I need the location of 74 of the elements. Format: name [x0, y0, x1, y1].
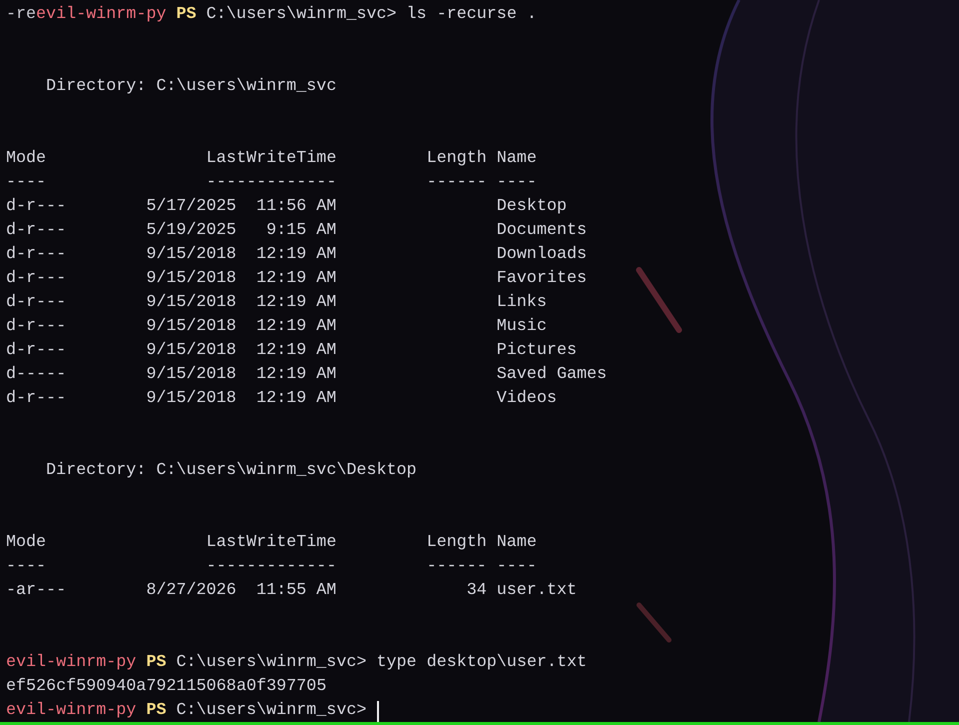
date-cell: 9/15/2018 [146, 341, 236, 360]
column-header: Length [426, 149, 487, 168]
time-cell: 11:56 AM [256, 197, 336, 216]
host-name: evil-winrm-py [6, 652, 136, 674]
time-cell: 12:19 AM [256, 269, 336, 288]
output-text: ef526cf590940a792115068a0f397705 [6, 676, 326, 698]
column-header: Mode [6, 533, 46, 552]
date-cell: 5/19/2025 [146, 221, 236, 240]
mode-cell: d-r--- [6, 317, 66, 336]
directory-label: Directory: [46, 76, 146, 98]
column-underline: ---- [496, 172, 537, 194]
column-underline: ------------- [206, 173, 336, 192]
time-cell: 12:19 AM [256, 389, 336, 408]
directory-label: Directory: [46, 460, 146, 482]
date-cell: 9/15/2018 [146, 365, 236, 384]
name-cell-text: Downloads [496, 244, 587, 266]
column-header: LastWriteTime [206, 149, 336, 168]
date-cell: 9/15/2018 [146, 317, 236, 336]
time-cell: 12:19 AM [256, 365, 336, 384]
column-underline: ------ [426, 173, 487, 192]
date-cell: 9/15/2018 [146, 293, 236, 312]
time-cell: 12:19 AM [256, 341, 336, 360]
column-underline: ------------- [206, 557, 336, 576]
time-cell: 12:19 AM [256, 245, 336, 264]
prompt-prefix: -re [6, 4, 36, 26]
name-cell-text: Videos [496, 388, 557, 410]
column-header: Name [496, 532, 537, 554]
time-cell: 12:19 AM [256, 317, 336, 336]
date-cell: 8/27/2026 [146, 581, 236, 600]
directory-path: C:\users\winrm_svc\Desktop [156, 460, 417, 482]
date-cell: 5/17/2025 [146, 197, 236, 216]
host-name: evil-winrm-py [36, 4, 166, 26]
mode-cell: d-r--- [6, 293, 66, 312]
column-header: Mode [6, 149, 46, 168]
column-header: Name [496, 148, 537, 170]
path-text: C:\users\winrm_svc> [176, 700, 366, 722]
path-text: C:\users\winrm_svc> [206, 4, 397, 26]
mode-cell: d-r--- [6, 269, 66, 288]
column-header: Length [426, 533, 487, 552]
name-cell-text: Music [496, 316, 547, 338]
host-name: evil-winrm-py [6, 700, 136, 722]
time-cell: 11:55 AM [256, 581, 336, 600]
column-header: LastWriteTime [206, 533, 336, 552]
shell-label: PS [176, 4, 196, 26]
column-underline: ---- [6, 557, 46, 576]
directory-path: C:\users\winrm_svc [156, 76, 336, 98]
name-cell-text: Desktop [496, 196, 567, 218]
mode-cell: d----- [6, 365, 66, 384]
shell-label: PS [146, 652, 166, 674]
date-cell: 9/15/2018 [146, 389, 236, 408]
shell-label: PS [146, 700, 166, 722]
mode-cell: d-r--- [6, 341, 66, 360]
name-cell-text: Pictures [496, 340, 577, 362]
name-cell-text: Saved Games [496, 364, 607, 386]
command-text: type desktop\user.txt [376, 652, 587, 674]
path-text: C:\users\winrm_svc> [176, 652, 366, 674]
column-underline: ---- [496, 556, 537, 578]
mode-cell: -ar--- [6, 581, 66, 600]
name-cell-text: Links [496, 292, 547, 314]
mode-cell: d-r--- [6, 389, 66, 408]
mode-cell: d-r--- [6, 245, 66, 264]
column-underline: ---- [6, 173, 46, 192]
time-cell: 9:15 AM [266, 221, 336, 240]
time-cell: 12:19 AM [256, 293, 336, 312]
mode-cell: d-r--- [6, 197, 66, 216]
mode-cell: d-r--- [6, 221, 66, 240]
name-cell-text: Documents [496, 220, 587, 242]
length-cell: 34 [466, 581, 487, 600]
name-cell-text: user.txt [496, 580, 577, 602]
date-cell: 9/15/2018 [146, 245, 236, 264]
column-underline: ------ [426, 557, 487, 576]
command-text: ls -recurse . [406, 4, 537, 26]
name-cell-text: Favorites [496, 268, 587, 290]
date-cell: 9/15/2018 [146, 269, 236, 288]
